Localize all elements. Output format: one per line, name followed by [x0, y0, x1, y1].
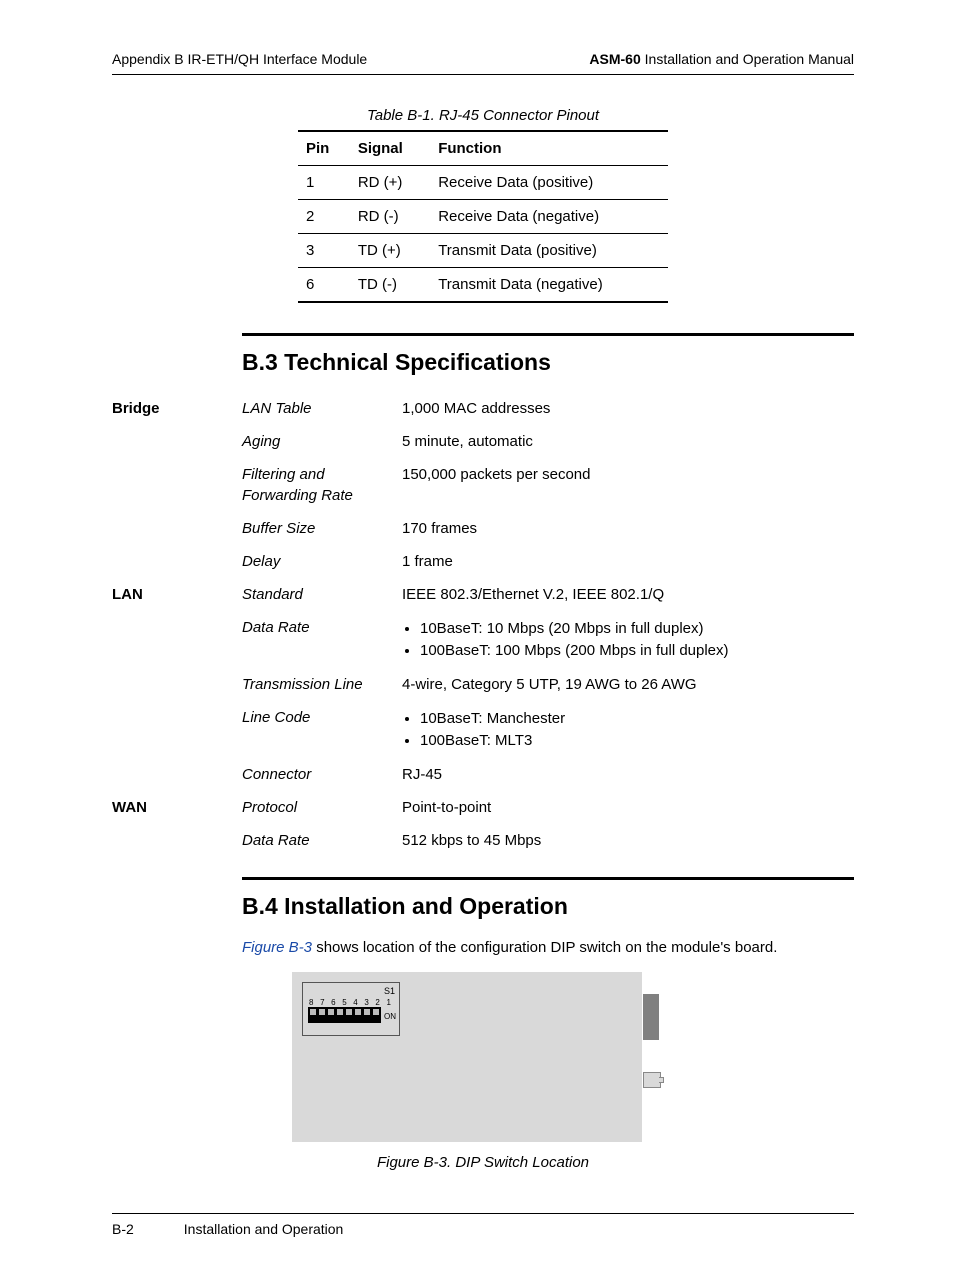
page-footer: B-2 Installation and Operation	[112, 1213, 854, 1240]
divider-b3	[242, 333, 854, 336]
page-header: Appendix B IR-ETH/QH Interface Module AS…	[112, 50, 854, 75]
footer-page: B-2	[112, 1220, 134, 1240]
header-right: ASM-60 Installation and Operation Manual	[589, 50, 854, 70]
heading-b3: B.3 Technical Specifications	[242, 346, 854, 378]
header-right-bold: ASM-60	[589, 51, 640, 67]
heading-b4: B.4 Installation and Operation	[242, 890, 854, 922]
pinout-table: Pin Signal Function 1 RD (+) Receive Dat…	[298, 130, 668, 303]
th-pin: Pin	[298, 131, 350, 166]
footer-title: Installation and Operation	[184, 1220, 344, 1240]
cat-lan: LAN	[112, 578, 242, 611]
header-left: Appendix B IR-ETH/QH Interface Module	[112, 50, 367, 70]
th-signal: Signal	[350, 131, 430, 166]
module-board-icon: S1 8 7 6 5 4 3 2 1 ON	[292, 972, 642, 1142]
table-b1-caption: Table B-1. RJ-45 Connector Pinout	[112, 105, 854, 126]
figure-b3-ref: Figure B-3	[242, 939, 312, 956]
divider-b4	[242, 877, 854, 880]
cat-bridge: Bridge	[112, 392, 242, 425]
table-row: 6 TD (-) Transmit Data (negative)	[298, 267, 668, 302]
spec-table: Bridge LAN Table 1,000 MAC addresses Agi…	[112, 392, 854, 857]
table-row: 2 RD (-) Receive Data (negative)	[298, 199, 668, 233]
dip-switch-icon: S1 8 7 6 5 4 3 2 1 ON	[302, 982, 400, 1036]
header-right-rest: Installation and Operation Manual	[641, 51, 854, 67]
table-row: 3 TD (+) Transmit Data (positive)	[298, 233, 668, 267]
b4-paragraph: Figure B-3 shows location of the configu…	[242, 937, 854, 958]
cat-wan: WAN	[112, 791, 242, 824]
edge-connector-icon	[643, 972, 659, 1088]
table-row: 1 RD (+) Receive Data (positive)	[298, 165, 668, 199]
th-function: Function	[430, 131, 668, 166]
figure-b3: S1 8 7 6 5 4 3 2 1 ON	[292, 972, 854, 1142]
figure-b3-caption: Figure B-3. DIP Switch Location	[112, 1152, 854, 1173]
